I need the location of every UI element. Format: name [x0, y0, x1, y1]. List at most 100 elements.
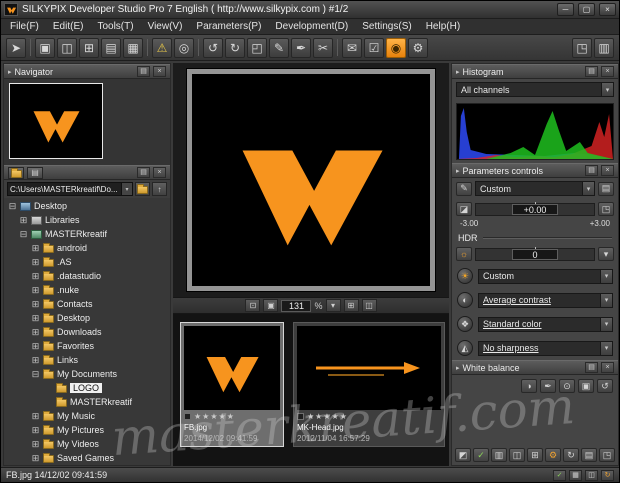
- tree-item[interactable]: ⊞ .datastudio: [4, 269, 170, 283]
- contrast-icon[interactable]: ◐: [457, 292, 473, 308]
- chevron-down-icon[interactable]: ▾: [582, 182, 594, 195]
- status-panes-icon[interactable]: ◫: [585, 469, 598, 481]
- expand-view-icon[interactable]: ◳: [572, 37, 592, 58]
- panel-close-icon[interactable]: ×: [153, 167, 166, 178]
- preset-select[interactable]: Custom ▾: [475, 181, 595, 196]
- panel-close-icon[interactable]: ×: [601, 165, 614, 176]
- settings-gear-icon[interactable]: ⚙: [408, 37, 428, 58]
- expander-icon[interactable]: ⊞: [31, 425, 40, 436]
- menu-tools[interactable]: Tools(T): [90, 19, 140, 34]
- sharpness-icon[interactable]: ◭: [457, 340, 473, 356]
- status-check-icon[interactable]: ✓: [553, 469, 566, 481]
- folder-tab-icon[interactable]: [8, 166, 24, 179]
- tree-item[interactable]: MASTERkreatif: [4, 395, 170, 409]
- menu-parameters[interactable]: Parameters(P): [189, 19, 268, 34]
- expander-icon[interactable]: ⊞: [31, 313, 40, 324]
- confirm-icon[interactable]: ✓: [473, 448, 489, 462]
- expander-icon[interactable]: ⊟: [31, 369, 40, 380]
- expander-icon[interactable]: ⊞: [31, 243, 40, 254]
- preview-canvas[interactable]: [186, 68, 436, 292]
- menu-settings[interactable]: Settings(S): [355, 19, 418, 34]
- panel-menu-icon[interactable]: ▤: [585, 66, 598, 77]
- list-icon[interactable]: ▤: [581, 448, 597, 462]
- wb-settings-icon[interactable]: ▣: [578, 379, 594, 393]
- menu-edit[interactable]: Edit(E): [46, 19, 91, 34]
- quad-view-icon[interactable]: ⊞: [79, 37, 99, 58]
- rating-mark-icon[interactable]: [297, 413, 304, 420]
- channel-select[interactable]: All channels ▾: [456, 82, 614, 97]
- two-up-view-icon[interactable]: ◫: [57, 37, 77, 58]
- panel-layout-icon[interactable]: ▥: [594, 37, 614, 58]
- expander-icon[interactable]: ⊞: [31, 271, 40, 282]
- tree-item[interactable]: ⊞ My Pictures: [4, 423, 170, 437]
- add-grid-icon[interactable]: ⊞: [527, 448, 543, 462]
- folder-path-input[interactable]: C:\Users\MASTERkreatif\Do... ▾: [7, 182, 133, 196]
- send-mail-icon[interactable]: ✉: [342, 37, 362, 58]
- compare-panes-icon[interactable]: ◫: [361, 299, 377, 312]
- wb-auto-icon[interactable]: ◑: [521, 379, 537, 393]
- star-rating[interactable]: ★★★★★: [194, 412, 235, 421]
- edit-preset-icon[interactable]: ✎: [456, 181, 472, 196]
- tree-item[interactable]: ⊟ My Documents: [4, 367, 170, 381]
- panel-menu-icon[interactable]: ▤: [585, 362, 598, 373]
- menu-help[interactable]: Help(H): [419, 19, 467, 34]
- menu-view[interactable]: View(V): [141, 19, 190, 34]
- close-button[interactable]: ×: [599, 3, 616, 16]
- warning-display-icon[interactable]: ⚠: [152, 37, 172, 58]
- minimize-button[interactable]: ─: [557, 3, 574, 16]
- tree-item[interactable]: ⊞ Favorites: [4, 339, 170, 353]
- grid-view-icon[interactable]: ▦: [123, 37, 143, 58]
- wrench-icon[interactable]: ⚙: [545, 448, 561, 462]
- fine-adjust-icon[interactable]: ◳: [598, 202, 614, 216]
- panel-close-icon[interactable]: ×: [601, 66, 614, 77]
- expander-icon[interactable]: ⊞: [31, 285, 40, 296]
- sharpness-select[interactable]: No sharpness ▾: [478, 340, 613, 356]
- navigator-thumbnail[interactable]: [9, 83, 103, 159]
- up-folder-button[interactable]: ↑: [152, 182, 167, 196]
- panel-close-icon[interactable]: ×: [601, 362, 614, 373]
- levels-icon[interactable]: ◩: [455, 448, 471, 462]
- maximize-button[interactable]: ▢: [578, 3, 595, 16]
- zoom-value-input[interactable]: 131: [281, 299, 312, 312]
- develop-check-icon[interactable]: ☑: [364, 37, 384, 58]
- expand-icon[interactable]: ◳: [599, 448, 615, 462]
- panel-arrow-icon[interactable]: ▸: [456, 68, 460, 76]
- crop-icon[interactable]: ◰: [247, 37, 267, 58]
- loupe-icon[interactable]: ◎: [174, 37, 194, 58]
- rating-mark-icon[interactable]: [184, 413, 191, 420]
- tree-item[interactable]: ⊟ Desktop: [4, 199, 170, 213]
- thumbnail-card-selected[interactable]: ★★★★★ FB.jpg 2014/12/02 09:41:59: [180, 322, 284, 447]
- rotate-left-icon[interactable]: ↺: [203, 37, 223, 58]
- develop-accent-icon[interactable]: ◉: [386, 37, 406, 58]
- chevron-down-icon[interactable]: ▾: [600, 317, 612, 331]
- expander-icon[interactable]: ⊞: [31, 299, 40, 310]
- panel-menu-icon[interactable]: ▤: [137, 66, 150, 77]
- select-arrow-icon[interactable]: ➤: [6, 37, 26, 58]
- actual-size-icon[interactable]: ▣: [263, 299, 279, 312]
- expander-icon[interactable]: ⊞: [31, 453, 40, 464]
- tree-item[interactable]: ⊞ .AS: [4, 255, 170, 269]
- exposure-slider[interactable]: +0.00: [475, 201, 595, 216]
- chevron-down-icon[interactable]: ▾: [600, 293, 612, 307]
- tree-item[interactable]: ⊟ MASTERkreatif: [4, 227, 170, 241]
- refresh-icon[interactable]: ↻: [563, 448, 579, 462]
- status-grid-icon[interactable]: ▦: [569, 469, 582, 481]
- grid-small-icon[interactable]: ▥: [491, 448, 507, 462]
- tree-item[interactable]: ⊞ Contacts: [4, 297, 170, 311]
- chevron-down-icon[interactable]: ▾: [121, 183, 132, 195]
- color-icon[interactable]: ❖: [457, 316, 473, 332]
- menu-development[interactable]: Development(D): [268, 19, 355, 34]
- preview-tab-icon[interactable]: ▤: [27, 166, 43, 179]
- hdr-icon[interactable]: ☼: [456, 247, 472, 261]
- chevron-down-icon[interactable]: ▾: [600, 269, 612, 283]
- tree-item-selected[interactable]: LOGO: [4, 381, 170, 395]
- tree-item[interactable]: ⊞ Links: [4, 353, 170, 367]
- tree-item[interactable]: ⊞ Libraries: [4, 213, 170, 227]
- single-preview-icon[interactable]: ▣: [35, 37, 55, 58]
- thumbnail-card[interactable]: ★★★★★ MK-Head.jpg 2012/11/04 16:57:29: [293, 322, 445, 447]
- preset-menu-icon[interactable]: ▤: [598, 181, 614, 196]
- retouch-pen-icon[interactable]: ✎: [269, 37, 289, 58]
- panel-arrow-icon[interactable]: ▸: [8, 68, 12, 76]
- panes-icon[interactable]: ◫: [509, 448, 525, 462]
- panel-menu-icon[interactable]: ▤: [137, 167, 150, 178]
